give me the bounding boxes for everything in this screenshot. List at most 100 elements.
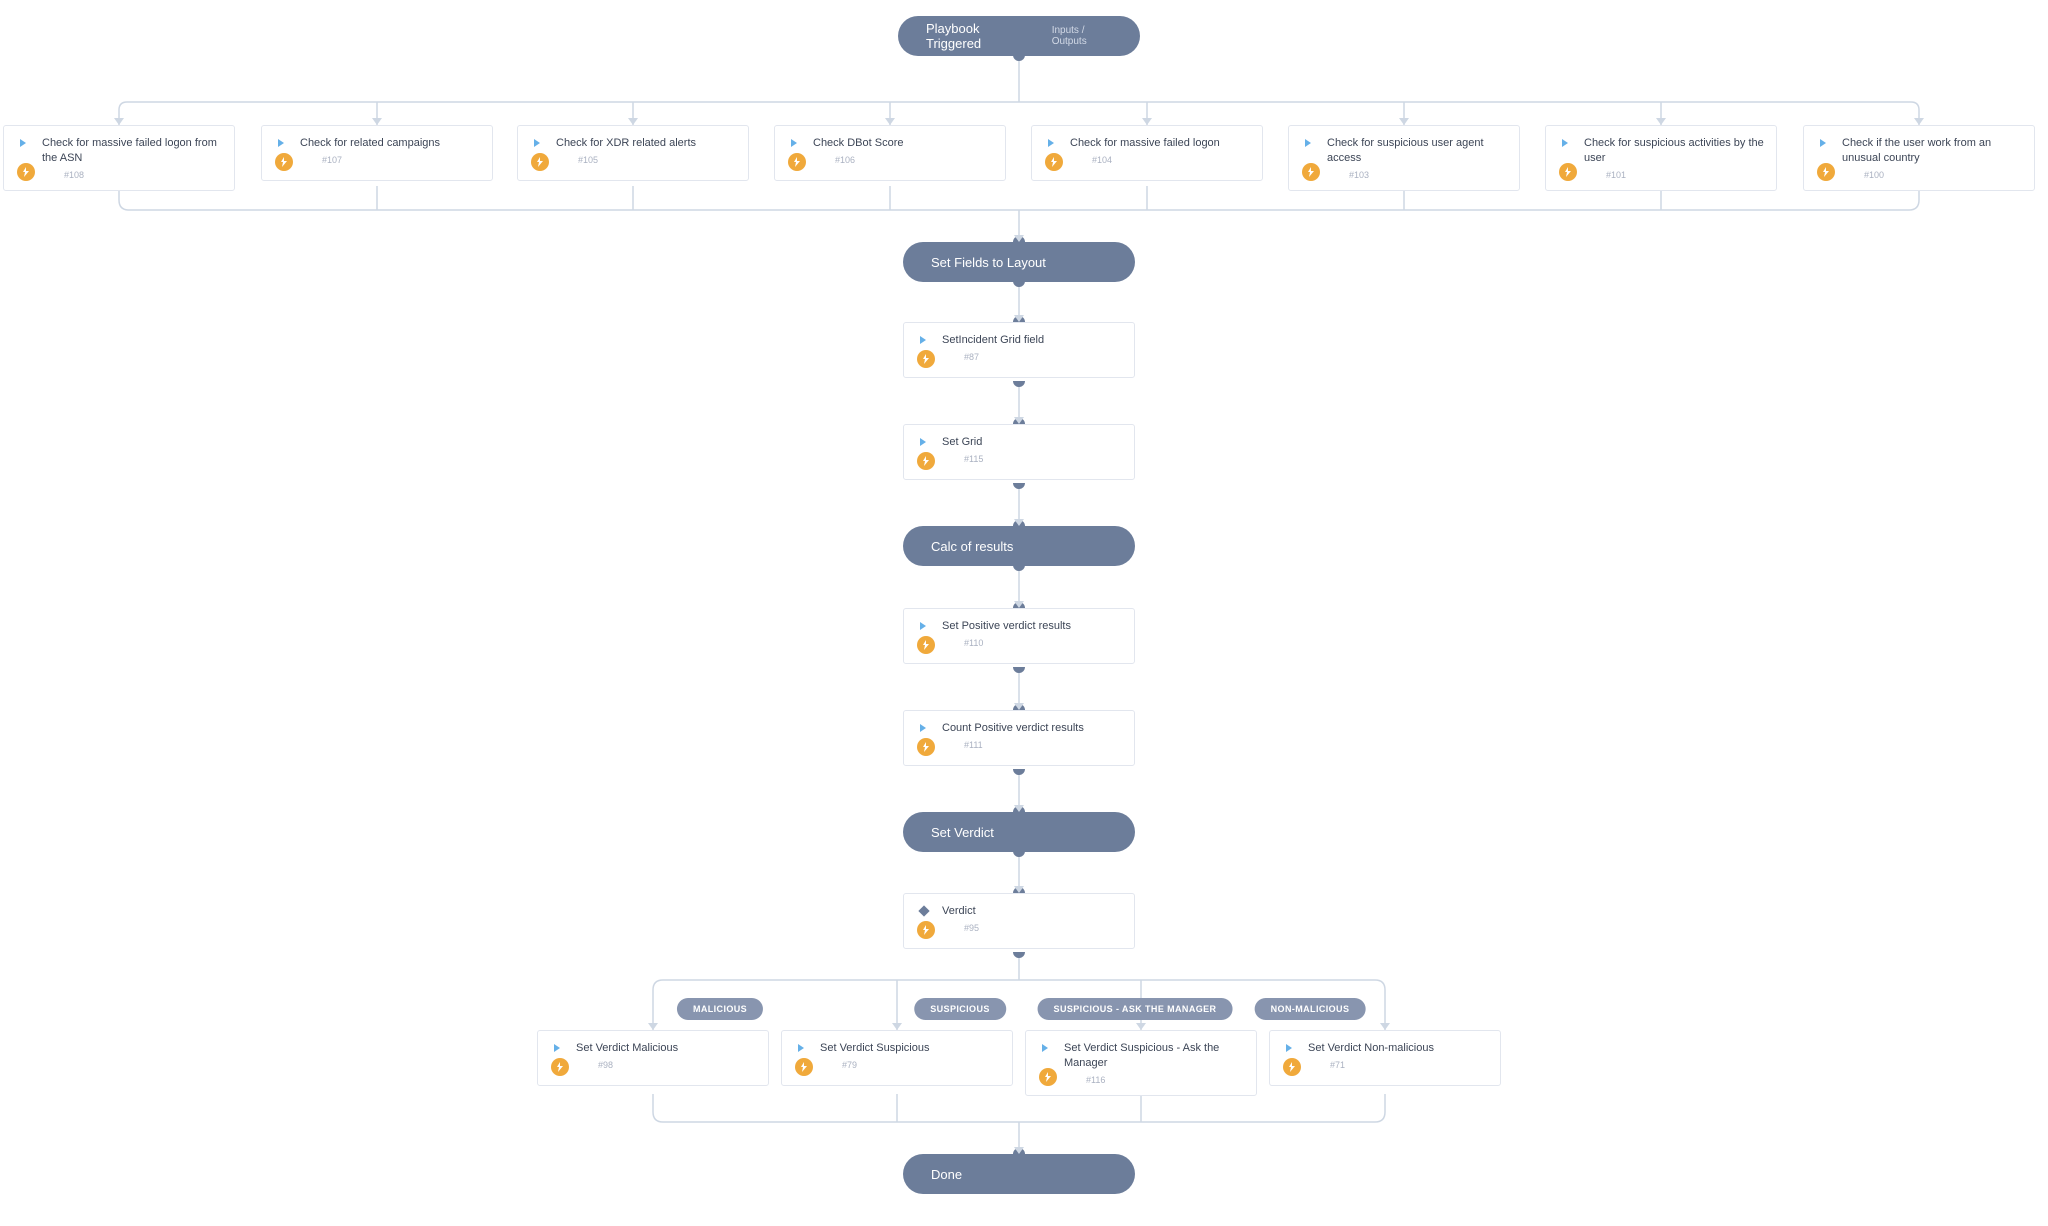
task-id: #110 [964, 638, 1122, 648]
task-card[interactable]: Check for related campaigns #107 [261, 125, 493, 181]
task-card[interactable]: Check DBot Score #106 [774, 125, 1006, 181]
task-id: #87 [964, 352, 1122, 362]
arrow-icon [1014, 417, 1024, 424]
task-id: #115 [964, 454, 1122, 464]
task-id: #100 [1864, 170, 2022, 180]
arrow-icon [1380, 1023, 1390, 1030]
section-title: Set Verdict [931, 825, 994, 840]
section-pill-verdict[interactable]: Set Verdict [903, 812, 1135, 852]
task-card[interactable]: Set Verdict Suspicious - Ask the Manager… [1025, 1030, 1257, 1096]
task-card[interactable]: Check for massive failed logon from the … [3, 125, 235, 191]
chevron-icon [789, 137, 801, 152]
bolt-icon [531, 153, 549, 171]
task-card[interactable]: Set Verdict Suspicious #79 [781, 1030, 1013, 1086]
task-id: #107 [322, 155, 480, 165]
task-title: Set Verdict Non-malicious [1308, 1041, 1488, 1056]
branch-badge: SUSPICIOUS [914, 998, 1006, 1020]
done-title: Done [931, 1167, 962, 1182]
task-title: Set Verdict Malicious [576, 1041, 756, 1056]
chevron-icon [918, 334, 930, 349]
arrow-icon [372, 118, 382, 125]
chevron-icon [918, 620, 930, 635]
trigger-pill[interactable]: Playbook Triggered Inputs / Outputs [898, 16, 1140, 56]
task-card[interactable]: Check for XDR related alerts #105 [517, 125, 749, 181]
bolt-icon [795, 1058, 813, 1076]
task-card[interactable]: Check if the user work from an unusual c… [1803, 125, 2035, 191]
connector-bump [1013, 952, 1025, 958]
bolt-icon [1817, 163, 1835, 181]
connector-bump [1013, 667, 1025, 673]
branch-label: SUSPICIOUS - ASK THE MANAGER [1054, 1004, 1217, 1014]
chevron-icon [552, 1042, 564, 1057]
task-title: Set Grid [942, 435, 1122, 450]
chevron-icon [1560, 137, 1572, 152]
diamond-icon [918, 905, 930, 920]
task-card[interactable]: SetIncident Grid field #87 [903, 322, 1135, 378]
task-card[interactable]: Set Verdict Malicious #98 [537, 1030, 769, 1086]
task-title: Check for suspicious activities by the u… [1584, 136, 1764, 166]
connector-bump [1013, 483, 1025, 489]
verdict-card[interactable]: Verdict #95 [903, 893, 1135, 949]
task-title: Set Verdict Suspicious [820, 1041, 1000, 1056]
arrow-icon [1014, 805, 1024, 812]
task-title: Set Positive verdict results [942, 619, 1122, 634]
chevron-icon [918, 722, 930, 737]
arrow-icon [114, 118, 124, 125]
arrow-icon [1142, 118, 1152, 125]
task-title: Check for XDR related alerts [556, 136, 736, 151]
task-id: #108 [64, 170, 222, 180]
arrow-icon [1014, 703, 1024, 710]
bolt-icon [917, 738, 935, 756]
chevron-icon [918, 436, 930, 451]
task-title: Check for suspicious user agent access [1327, 136, 1507, 166]
connector-bump [1013, 565, 1025, 571]
arrow-icon [1399, 118, 1409, 125]
task-title: Check DBot Score [813, 136, 993, 151]
arrow-icon [1014, 886, 1024, 893]
bolt-icon [917, 452, 935, 470]
trigger-title: Playbook Triggered [926, 21, 1022, 51]
task-id: #95 [964, 923, 1122, 933]
task-card[interactable]: Set Verdict Non-malicious #71 [1269, 1030, 1501, 1086]
task-id: #104 [1092, 155, 1250, 165]
arrow-icon [1136, 1023, 1146, 1030]
task-card[interactable]: Check for suspicious user agent access #… [1288, 125, 1520, 191]
connector-bump [1013, 381, 1025, 387]
bolt-icon [917, 636, 935, 654]
section-title: Set Fields to Layout [931, 255, 1046, 270]
connector-bump [1013, 281, 1025, 287]
chevron-icon [1818, 137, 1830, 152]
task-card[interactable]: Set Grid #115 [903, 424, 1135, 480]
bolt-icon [788, 153, 806, 171]
arrow-icon [648, 1023, 658, 1030]
task-card[interactable]: Count Positive verdict results #111 [903, 710, 1135, 766]
task-card[interactable]: Check for suspicious activities by the u… [1545, 125, 1777, 191]
arrow-icon [1656, 118, 1666, 125]
trigger-sub: Inputs / Outputs [1052, 25, 1112, 47]
arrow-icon [1014, 601, 1024, 608]
task-card[interactable]: Check for massive failed logon #104 [1031, 125, 1263, 181]
arrow-icon [1014, 1147, 1024, 1154]
done-pill[interactable]: Done [903, 1154, 1135, 1194]
chevron-icon [1046, 137, 1058, 152]
arrow-icon [1014, 315, 1024, 322]
bolt-icon [275, 153, 293, 171]
arrow-icon [892, 1023, 902, 1030]
task-id: #79 [842, 1060, 1000, 1070]
branch-badge: MALICIOUS [677, 998, 763, 1020]
task-id: #101 [1606, 170, 1764, 180]
connector-bump [1013, 851, 1025, 857]
section-pill-calc[interactable]: Calc of results [903, 526, 1135, 566]
branch-label: MALICIOUS [693, 1004, 747, 1014]
bolt-icon [917, 921, 935, 939]
task-id: #71 [1330, 1060, 1488, 1070]
bolt-icon [917, 350, 935, 368]
task-id: #103 [1349, 170, 1507, 180]
task-title: Set Verdict Suspicious - Ask the Manager [1064, 1041, 1244, 1071]
section-pill-set-fields[interactable]: Set Fields to Layout [903, 242, 1135, 282]
task-id: #105 [578, 155, 736, 165]
bolt-icon [1283, 1058, 1301, 1076]
arrow-icon [1014, 235, 1024, 242]
task-id: #98 [598, 1060, 756, 1070]
task-card[interactable]: Set Positive verdict results #110 [903, 608, 1135, 664]
